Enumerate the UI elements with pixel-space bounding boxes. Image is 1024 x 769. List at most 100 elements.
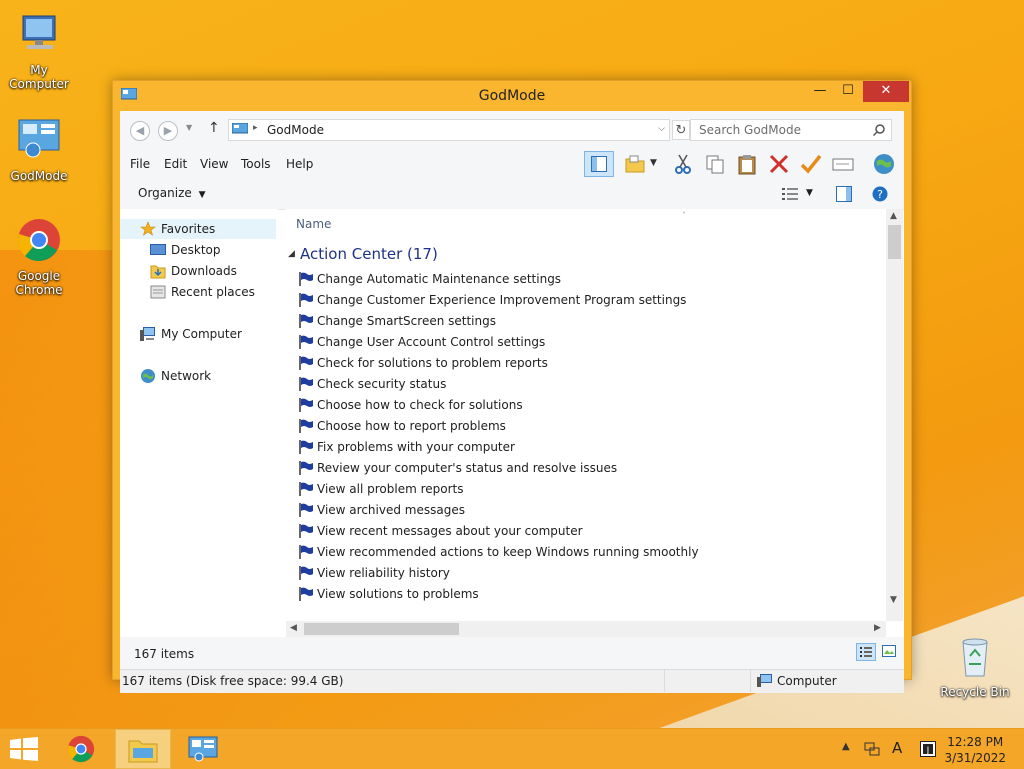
maximize-button[interactable]: ☐ xyxy=(835,81,861,102)
refresh-button[interactable]: ↻ xyxy=(672,120,690,140)
help-icon[interactable]: ? xyxy=(872,186,888,202)
copy-icon[interactable] xyxy=(704,153,726,175)
clock[interactable]: 12:28 PM 3/31/2022 xyxy=(944,734,1006,766)
input-language-indicator[interactable]: A xyxy=(892,739,902,757)
scroll-down-icon[interactable]: ▼ xyxy=(890,595,897,605)
recent-locations-chevron-icon[interactable]: ▼ xyxy=(186,123,192,132)
organize-button[interactable]: Organize ▼ xyxy=(138,186,206,200)
nav-network[interactable]: Network xyxy=(120,366,276,386)
minimize-button[interactable]: — xyxy=(807,81,833,102)
taskbar-chrome[interactable] xyxy=(56,729,112,769)
list-item[interactable]: View archived messages xyxy=(298,500,858,521)
large-icons-view-icon[interactable] xyxy=(882,645,896,657)
ime-icon[interactable]: J xyxy=(920,741,936,757)
action-center-flag-icon xyxy=(299,293,313,307)
list-item[interactable]: Check for solutions to problem reports xyxy=(298,353,858,374)
back-button[interactable]: ◀ xyxy=(130,121,150,141)
desktop-icon-my-computer[interactable]: My Computer xyxy=(0,10,78,91)
horizontal-scrollbar[interactable]: ◀ ▶ xyxy=(286,621,886,637)
list-item[interactable]: Fix problems with your computer xyxy=(298,437,858,458)
cut-icon[interactable] xyxy=(672,153,694,175)
folder-options-icon[interactable] xyxy=(624,153,646,175)
scroll-up-icon[interactable]: ▲ xyxy=(890,211,897,221)
search-placeholder: Search GodMode xyxy=(699,123,801,137)
address-bar[interactable]: ▸ GodMode ⌵ xyxy=(228,119,670,141)
desktop-icon-godmode[interactable]: GodMode xyxy=(0,116,78,183)
chrome-icon xyxy=(67,735,95,763)
status-text: 167 items (Disk free space: 99.4 GB) xyxy=(122,674,344,688)
taskbar: ▲ A J 12:28 PM 3/31/2022 xyxy=(0,728,1024,769)
column-header-name[interactable]: Name xyxy=(296,217,331,231)
list-item-label: Fix problems with your computer xyxy=(317,440,515,454)
list-item[interactable]: Change User Account Control settings xyxy=(298,332,858,353)
nav-favorites[interactable]: Favorites xyxy=(120,219,276,239)
network-status-icon[interactable] xyxy=(864,741,880,757)
nav-label: Network xyxy=(161,369,212,383)
action-center-flag-icon xyxy=(299,482,313,496)
close-button[interactable]: ✕ xyxy=(863,81,909,102)
organize-label: Organize xyxy=(138,186,192,200)
taskbar-godmode[interactable] xyxy=(176,729,232,769)
preview-pane-icon[interactable] xyxy=(836,186,852,202)
list-item[interactable]: Choose how to check for solutions xyxy=(298,395,858,416)
title-bar[interactable]: GodMode — ☐ ✕ xyxy=(113,81,911,111)
menu-edit[interactable]: Edit xyxy=(164,157,187,171)
status-divider xyxy=(750,670,751,692)
globe-icon[interactable] xyxy=(872,152,896,176)
delete-icon[interactable] xyxy=(768,153,790,175)
list-item[interactable]: Change Automatic Maintenance settings xyxy=(298,269,858,290)
up-arrow-icon[interactable]: ↑ xyxy=(208,120,220,136)
list-item[interactable]: Choose how to report problems xyxy=(298,416,858,437)
navigation-pane-button[interactable] xyxy=(584,151,614,177)
list-item[interactable]: View all problem reports xyxy=(298,479,858,500)
details-view-icon[interactable] xyxy=(782,187,798,201)
action-center-flag-icon xyxy=(299,356,313,370)
action-center-flag-icon xyxy=(299,461,313,475)
nav-desktop[interactable]: Desktop xyxy=(120,240,276,260)
nav-recent-places[interactable]: Recent places xyxy=(120,282,276,302)
status-location: Computer xyxy=(777,674,837,688)
menu-view[interactable]: View xyxy=(200,157,228,171)
list-item[interactable]: Review your computer's status and resolv… xyxy=(298,458,858,479)
vertical-scrollbar[interactable]: ▲ ▼ xyxy=(886,209,903,621)
search-box[interactable]: Search GodMode xyxy=(690,119,892,141)
chevron-down-icon[interactable]: ▼ xyxy=(650,158,657,168)
taskbar-file-explorer[interactable] xyxy=(115,729,171,769)
properties-check-icon[interactable] xyxy=(800,153,822,175)
forward-button[interactable]: ▶ xyxy=(158,121,178,141)
desktop-icon-recycle-bin[interactable]: Recycle Bin xyxy=(936,632,1014,699)
scroll-right-icon[interactable]: ▶ xyxy=(874,623,881,633)
list-item[interactable]: View solutions to problems xyxy=(298,584,858,605)
paste-icon[interactable] xyxy=(736,153,758,175)
menu-file[interactable]: File xyxy=(130,157,150,171)
horizontal-scroll-thumb[interactable] xyxy=(304,623,459,635)
vertical-scroll-thumb[interactable] xyxy=(888,225,901,259)
nav-downloads[interactable]: Downloads xyxy=(120,261,276,281)
search-icon[interactable] xyxy=(873,124,885,136)
list-item[interactable]: View recommended actions to keep Windows… xyxy=(298,542,858,563)
start-button[interactable] xyxy=(0,729,56,769)
list-item[interactable]: Check security status xyxy=(298,374,858,395)
list-item[interactable]: View reliability history xyxy=(298,563,858,584)
list-item[interactable]: Change SmartScreen settings xyxy=(298,311,858,332)
chevron-down-icon[interactable]: ▼ xyxy=(806,188,813,198)
address-dropdown-icon[interactable]: ⌵ xyxy=(658,124,665,134)
chevron-down-icon: ▼ xyxy=(198,190,206,200)
show-hidden-icons-icon[interactable]: ▲ xyxy=(842,741,850,752)
nav-my-computer[interactable]: My Computer xyxy=(120,324,276,344)
details-view-button[interactable] xyxy=(856,643,876,661)
scroll-left-icon[interactable]: ◀ xyxy=(290,623,297,633)
list-item[interactable]: View recent messages about your computer xyxy=(298,521,858,542)
menu-tools[interactable]: Tools xyxy=(241,157,271,171)
action-center-flag-icon xyxy=(299,419,313,433)
menu-help[interactable]: Help xyxy=(286,157,313,171)
navigation-bar: ◀ ▶ ▼ ↑ ▸ GodMode ⌵ ↻ Search GodMode xyxy=(120,111,904,149)
group-collapse-icon[interactable]: ◢ xyxy=(288,249,295,259)
action-center-flag-icon xyxy=(299,524,313,538)
rename-icon[interactable] xyxy=(832,153,854,175)
window-body: ◀ ▶ ▼ ↑ ▸ GodMode ⌵ ↻ Search GodMode Fil… xyxy=(120,111,904,693)
list-item[interactable]: Change Customer Experience Improvement P… xyxy=(298,290,858,311)
desktop-icon-chrome[interactable]: Google Chrome xyxy=(0,216,78,297)
group-header[interactable]: Action Center (17) xyxy=(300,245,438,263)
star-icon xyxy=(140,221,156,236)
